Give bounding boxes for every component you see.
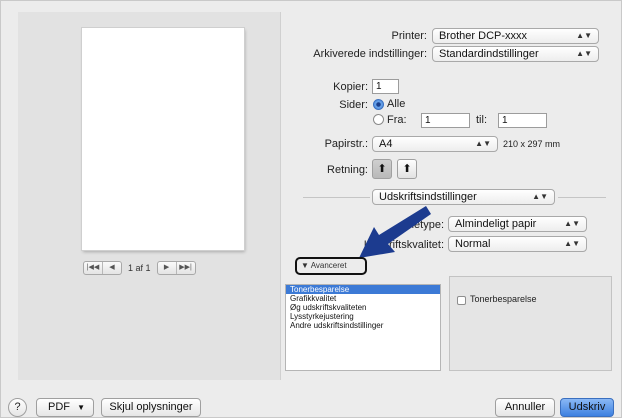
pages-all-radio[interactable] bbox=[373, 99, 384, 110]
portrait-icon: ⬆ bbox=[377, 163, 387, 175]
page-nav-back-group: |◀◀ ◀ bbox=[83, 261, 122, 275]
last-page-button[interactable]: ▶▶| bbox=[177, 262, 195, 274]
advanced-settings-list: Tonerbesparelse Grafikkvalitet Øg udskri… bbox=[285, 284, 441, 371]
orientation-label: Retning: bbox=[327, 164, 368, 176]
portrait-orientation-button[interactable]: ⬆ bbox=[372, 159, 392, 179]
pdf-menu-button[interactable]: PDF ▼ bbox=[36, 398, 94, 417]
page-nav-forward-group: ▶ ▶▶| bbox=[156, 261, 196, 275]
disclosure-triangle-icon: ▼ bbox=[301, 261, 309, 270]
printer-popup[interactable]: Brother DCP-xxxx ▲▼ bbox=[432, 28, 599, 44]
separator-left bbox=[303, 197, 370, 198]
copies-field[interactable]: 1 bbox=[372, 79, 399, 94]
pages-to-field[interactable]: 1 bbox=[498, 113, 547, 128]
landscape-orientation-button[interactable]: ⬆ bbox=[397, 159, 417, 179]
setting-detail-panel: Tonerbesparelse bbox=[449, 276, 612, 371]
popup-arrows-icon: ▲▼ bbox=[532, 192, 548, 201]
pages-from-field[interactable]: 1 bbox=[421, 113, 470, 128]
print-quality-popup[interactable]: Normal ▲▼ bbox=[448, 236, 587, 252]
print-quality-value: Normal bbox=[455, 238, 491, 250]
paper-size-popup[interactable]: A4 ▲▼ bbox=[372, 136, 498, 152]
list-item[interactable]: Lysstyrkejustering bbox=[286, 312, 440, 321]
annotation-arrow-icon bbox=[359, 206, 431, 258]
printer-label: Printer: bbox=[391, 30, 427, 42]
page-navigator: |◀◀ ◀ 1 af 1 ▶ ▶▶| bbox=[83, 261, 196, 275]
popup-arrows-icon: ▲▼ bbox=[475, 139, 491, 148]
section-popup[interactable]: Udskriftsindstillinger ▲▼ bbox=[372, 189, 555, 205]
popup-arrows-icon: ▲▼ bbox=[576, 49, 592, 58]
pages-to-label: til: bbox=[476, 114, 487, 126]
print-button[interactable]: Udskriv bbox=[560, 398, 614, 417]
popup-arrows-icon: ▲▼ bbox=[576, 31, 592, 40]
separator-right bbox=[558, 197, 606, 198]
popup-arrows-icon: ▲▼ bbox=[564, 239, 580, 248]
dialog-footer: ? PDF ▼ Skjul oplysninger Annuller Udskr… bbox=[1, 389, 622, 419]
hide-details-button[interactable]: Skjul oplysninger bbox=[101, 398, 201, 417]
cancel-button[interactable]: Annuller bbox=[495, 398, 555, 417]
list-item[interactable]: Grafikkvalitet bbox=[286, 294, 440, 303]
pages-label: Sider: bbox=[339, 99, 368, 111]
presets-popup[interactable]: Standardindstillinger ▲▼ bbox=[432, 46, 599, 62]
toner-saving-checkbox[interactable] bbox=[457, 296, 466, 305]
chevron-down-icon: ▼ bbox=[77, 403, 85, 412]
copies-label: Kopier: bbox=[333, 81, 368, 93]
landscape-icon: ⬆ bbox=[402, 163, 412, 175]
preview-pane bbox=[18, 12, 281, 380]
page-counter: 1 af 1 bbox=[128, 263, 151, 273]
next-page-button[interactable]: ▶ bbox=[158, 262, 177, 274]
section-value: Udskriftsindstillinger bbox=[379, 191, 477, 203]
presets-label: Arkiverede indstillinger: bbox=[313, 48, 427, 60]
paper-size-value: A4 bbox=[379, 138, 393, 150]
list-item[interactable]: Øg udskriftskvaliteten bbox=[286, 303, 440, 312]
list-item[interactable]: Andre udskriftsindstillinger bbox=[286, 321, 440, 330]
toner-saving-label: Tonerbesparelse bbox=[470, 294, 537, 304]
previous-page-button[interactable]: ◀ bbox=[103, 262, 121, 274]
paper-size-label: Papirstr.: bbox=[324, 138, 368, 150]
list-item[interactable]: Tonerbesparelse bbox=[286, 285, 440, 294]
advanced-label: Avanceret bbox=[310, 261, 347, 270]
popup-arrows-icon: ▲▼ bbox=[564, 219, 580, 228]
printer-value: Brother DCP-xxxx bbox=[439, 30, 528, 42]
print-dialog: |◀◀ ◀ 1 af 1 ▶ ▶▶| Printer: Brother DCP-… bbox=[0, 0, 622, 418]
advanced-disclosure[interactable]: ▼ Avanceret bbox=[295, 257, 367, 275]
media-type-value: Almindeligt papir bbox=[455, 218, 537, 230]
pages-from-label: Fra: bbox=[387, 114, 407, 126]
help-button[interactable]: ? bbox=[8, 398, 27, 417]
page-preview bbox=[82, 28, 244, 250]
presets-value: Standardindstillinger bbox=[439, 48, 539, 60]
pages-from-radio[interactable] bbox=[373, 114, 384, 125]
pdf-label: PDF bbox=[48, 401, 70, 413]
media-type-popup[interactable]: Almindeligt papir ▲▼ bbox=[448, 216, 587, 232]
first-page-button[interactable]: |◀◀ bbox=[84, 262, 103, 274]
pages-all-label: Alle bbox=[387, 98, 406, 110]
paper-dimensions: 210 x 297 mm bbox=[503, 139, 561, 149]
